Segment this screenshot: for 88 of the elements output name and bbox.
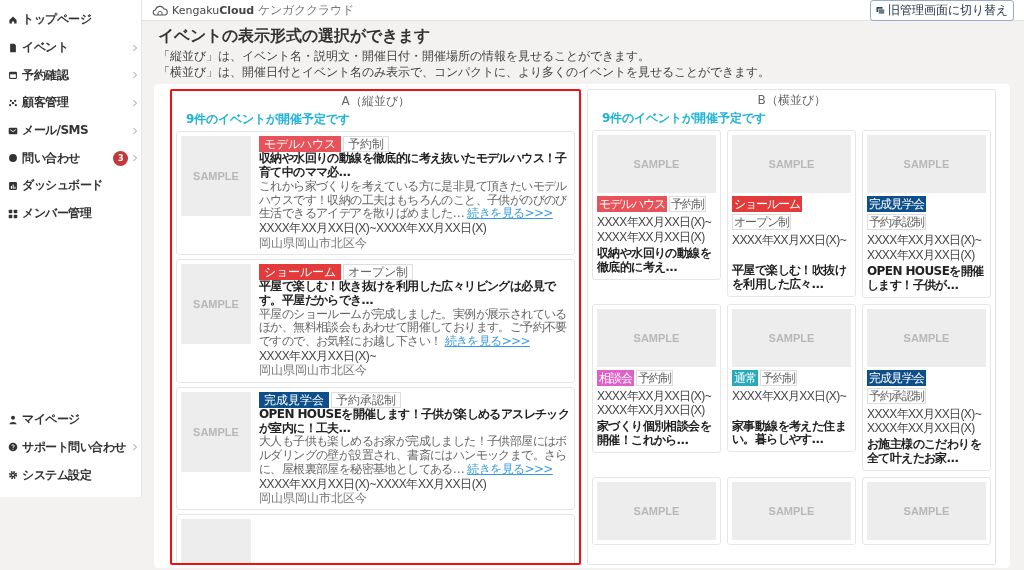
user-icon — [8, 414, 18, 425]
chevron-icon — [132, 98, 138, 107]
chevron-icon — [132, 43, 138, 52]
layout-option[interactable] — [170, 89, 581, 565]
description-text: 「横並び」は、開催日付とイベント名のみ表示で、コンパクトに、より多くのイベントを見せることができます。 — [158, 64, 771, 81]
grid-icon — [8, 208, 18, 219]
bar-chart-icon — [8, 180, 18, 191]
event-date: XXXX年XX月XX日(X)~ — [259, 348, 378, 364]
chevron-icon — [132, 126, 138, 135]
event-date: XXXX年XX月XX日(X)~ — [597, 388, 713, 403]
event-date: XXXX年XX月XX日(X) — [597, 229, 706, 244]
cloud-logo-icon — [152, 4, 168, 16]
category-tag: 完成見学会 — [867, 369, 926, 386]
event-place: 岡山県岡山市北区今 — [259, 235, 368, 250]
layout-title: B（横並び） — [756, 92, 827, 110]
event-count: 9件のイベントが開催予定です — [601, 110, 768, 128]
event-date: XXXX年XX月XX日(X)~ — [732, 233, 848, 248]
category-tag: オープン制 — [732, 214, 791, 231]
event-title: お施主様のこだわりを全て叶えたお家… — [867, 438, 982, 466]
sidebar-item[interactable]: 顧客管理 — [0, 89, 141, 117]
settings-icon — [8, 470, 18, 481]
event-title: 収納や水回りの動線を徹底的に考え抜いたモデルハウス！子育て中のママ必… — [259, 152, 568, 180]
event-date: XXXX年XX月XX日(X)~ — [867, 406, 983, 421]
chevron-icon — [132, 443, 138, 452]
event-date: XXXX年XX月XX日(X) — [867, 247, 976, 262]
event-date: XXXX年XX月XX日(X)~ — [597, 215, 713, 230]
event-title: 平屋で楽しむ！吹抜けを利用した広々… — [732, 264, 848, 292]
logo-text: KengakuCloud — [172, 3, 255, 17]
sidebar-item[interactable]: ダッシュボード — [0, 172, 141, 200]
mail-icon — [8, 125, 18, 136]
event-description: 平屋のショールームが完成しました。実例が展示されているほか、無料相談会もあわせて開催しております。ご予約不要ですので、お気軽にお越し下さい！ 続きを見る>>> — [259, 307, 568, 349]
page-title: イベントの表示形式の選択ができます — [158, 26, 431, 47]
category-tag: オープン制 — [343, 263, 413, 280]
count-badge: 3 — [113, 150, 128, 166]
switch-admin-button[interactable]: 旧管理画面に切り替え — [870, 0, 1014, 21]
category-tag: 予約制 — [636, 369, 673, 386]
category-tag: ショールーム — [732, 196, 802, 213]
category-tag: モデルハウス — [259, 136, 341, 153]
event-title: 収納や水回りの動線を徹底的に考え… — [597, 246, 712, 275]
sidebar-item[interactable]: マイページ — [0, 405, 141, 434]
event-count: 9件のイベントが開催予定です — [185, 111, 352, 129]
document-icon — [8, 42, 18, 53]
event-date: XXXX年XX月XX日(X)~XXXX年XX月XX日(X) — [259, 221, 488, 236]
category-tag: 予約制 — [669, 196, 706, 213]
category-tag: 完成見学会 — [867, 196, 926, 213]
event-date: XXXX年XX月XX日(X)~ — [867, 233, 983, 248]
category-tag: 予約制 — [760, 369, 797, 386]
category-tag: モデルハウス — [597, 196, 667, 213]
category-tag: 相談会 — [597, 369, 634, 386]
event-place: 岡山県岡山市北区今 — [259, 491, 368, 506]
event-description: これから家づくりを考えている方に是非見て頂きたいモデルハウスです！収納の工夫はもちろんのこと、子供がのびのび生活できるアイデアを散りばめました… 続きを見る>>> — [259, 179, 568, 222]
sidebar-item[interactable]: システム設定 — [0, 461, 141, 489]
event-place: 岡山県岡山市北区今 — [259, 363, 368, 378]
category-tag: 通常 — [732, 369, 758, 386]
home-icon — [8, 14, 18, 25]
category-tag: ショールーム — [259, 263, 341, 280]
description-text: 「縦並び」は、イベント名・説明文・開催日付・開催場所の情報を見せることができます。 — [158, 49, 651, 65]
sidebar-item[interactable]: 予約確認 — [0, 61, 141, 90]
event-title: 平屋で楽しむ！吹き抜けを利用した広々リビングは必見です。平屋だからでき… — [259, 279, 558, 308]
event-date: XXXX年XX月XX日(X) — [597, 402, 705, 418]
event-title: 家事動線を考えた住まい。暮らしやす… — [732, 419, 847, 448]
event-title: OPEN HOUSEを開催します！子供が楽しめるアスレチックが室内に！工夫… — [259, 407, 570, 435]
event-title: OPEN HOUSEを開催します！子供が… — [867, 264, 985, 293]
event-description: 大人も子供も楽しめるお家が完成しました！子供部屋にはボルダリングの壁が設置され、書斎にはハンモックまで。さらに、屋根裏部屋を秘密基地としてある… 続きを見る>>> — [259, 435, 568, 477]
event-date: XXXX年XX月XX日(X) — [867, 420, 975, 436]
people-icon — [8, 97, 18, 108]
category-tag: 予約承認制 — [867, 387, 926, 404]
category-tag: 予約制 — [343, 136, 389, 153]
sidebar-item[interactable]: トップページ — [0, 6, 141, 34]
sidebar-item[interactable]: メンバー管理 — [0, 199, 141, 228]
help-icon — [8, 442, 18, 453]
event-date: XXXX年XX月XX日(X)~ — [732, 388, 848, 403]
sidebar-item[interactable]: 問い合わせ 3 — [0, 144, 141, 173]
chevron-icon — [132, 154, 138, 163]
category-tag: 予約承認制 — [331, 391, 401, 408]
sidebar-item[interactable]: メール/SMS — [0, 116, 141, 145]
logo-subtitle: ケンガククラウド — [258, 1, 355, 19]
chevron-icon — [132, 71, 138, 80]
calendar-icon — [8, 70, 18, 81]
sidebar-item[interactable]: サポート問い合わせ — [0, 433, 141, 462]
sidebar-item[interactable]: イベント — [0, 33, 141, 62]
chat-icon — [8, 153, 18, 164]
window-icon — [876, 5, 885, 15]
layout-title: A（縦並び） — [340, 93, 411, 111]
category-tag: 完成見学会 — [259, 391, 329, 408]
event-date: XXXX年XX月XX日(X)~XXXX年XX月XX日(X) — [259, 476, 488, 492]
event-title: 家づくり個別相談会を開催！これから… — [597, 420, 712, 448]
category-tag: 予約承認制 — [867, 214, 926, 231]
